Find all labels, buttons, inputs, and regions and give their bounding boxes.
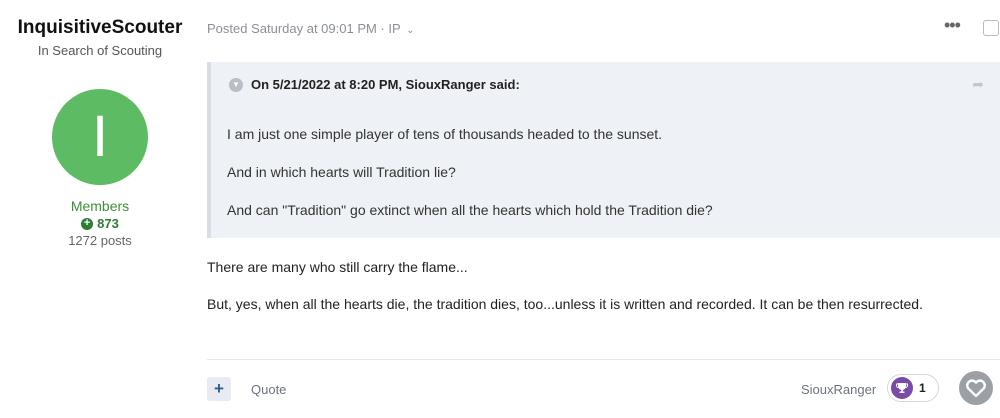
quote-citation: ▼ On 5/21/2022 at 8:20 PM, SiouxRanger s…: [229, 77, 520, 92]
post-paragraph: There are many who still carry the flame…: [207, 259, 468, 275]
post-meta-text: Posted Saturday at 09:01 PM · IP: [207, 21, 401, 36]
quote-line: And in which hearts will Tradition lie?: [227, 164, 456, 180]
author-group: Members: [70, 198, 130, 214]
quote-line: I am just one simple player of tens of t…: [227, 126, 663, 142]
chevron-down-icon: ⌄: [406, 25, 415, 36]
author-panel: InquisitiveScouter In Search of Scouting…: [0, 0, 200, 248]
checkbox-icon[interactable]: [983, 20, 999, 36]
forum-post: InquisitiveScouter In Search of Scouting…: [0, 0, 1000, 418]
reputation-value: 873: [97, 216, 119, 231]
divider: [207, 359, 1000, 360]
multiquote-button[interactable]: +: [207, 377, 231, 401]
avatar[interactable]: I: [52, 89, 148, 185]
ellipsis-icon[interactable]: •••: [944, 15, 961, 36]
reactor-name[interactable]: SiouxRanger: [801, 382, 876, 397]
avatar-letter: I: [91, 104, 109, 169]
quote-block: ▼ On 5/21/2022 at 8:20 PM, SiouxRanger s…: [207, 62, 1000, 238]
quote-line: And can "Tradition" go extinct when all …: [227, 202, 713, 218]
heart-icon[interactable]: [959, 371, 993, 405]
reaction-count: 1: [919, 381, 926, 395]
post-footer: + Quote SiouxRanger 1: [207, 371, 1000, 405]
post-content: Posted Saturday at 09:01 PM · IP ⌄ ••• ▼…: [207, 0, 1000, 418]
quote-button[interactable]: Quote: [251, 382, 286, 397]
post-meta[interactable]: Posted Saturday at 09:01 PM · IP ⌄: [207, 21, 414, 36]
plus-circle-icon: +: [81, 217, 94, 230]
post-paragraph: But, yes, when all the hearts die, the t…: [207, 296, 923, 312]
post-count: 1272 posts: [68, 233, 132, 248]
author-title: In Search of Scouting: [37, 43, 163, 58]
reaction-summary[interactable]: 1: [887, 374, 939, 402]
reputation-badge: + 873: [0, 216, 200, 231]
trophy-icon: [891, 377, 913, 399]
quote-citation-text: On 5/21/2022 at 8:20 PM, SiouxRanger sai…: [251, 77, 520, 92]
author-name-link[interactable]: InquisitiveScouter: [0, 16, 200, 39]
chevron-down-icon[interactable]: ▼: [229, 77, 243, 92]
share-arrow-icon[interactable]: ➦: [972, 76, 984, 93]
